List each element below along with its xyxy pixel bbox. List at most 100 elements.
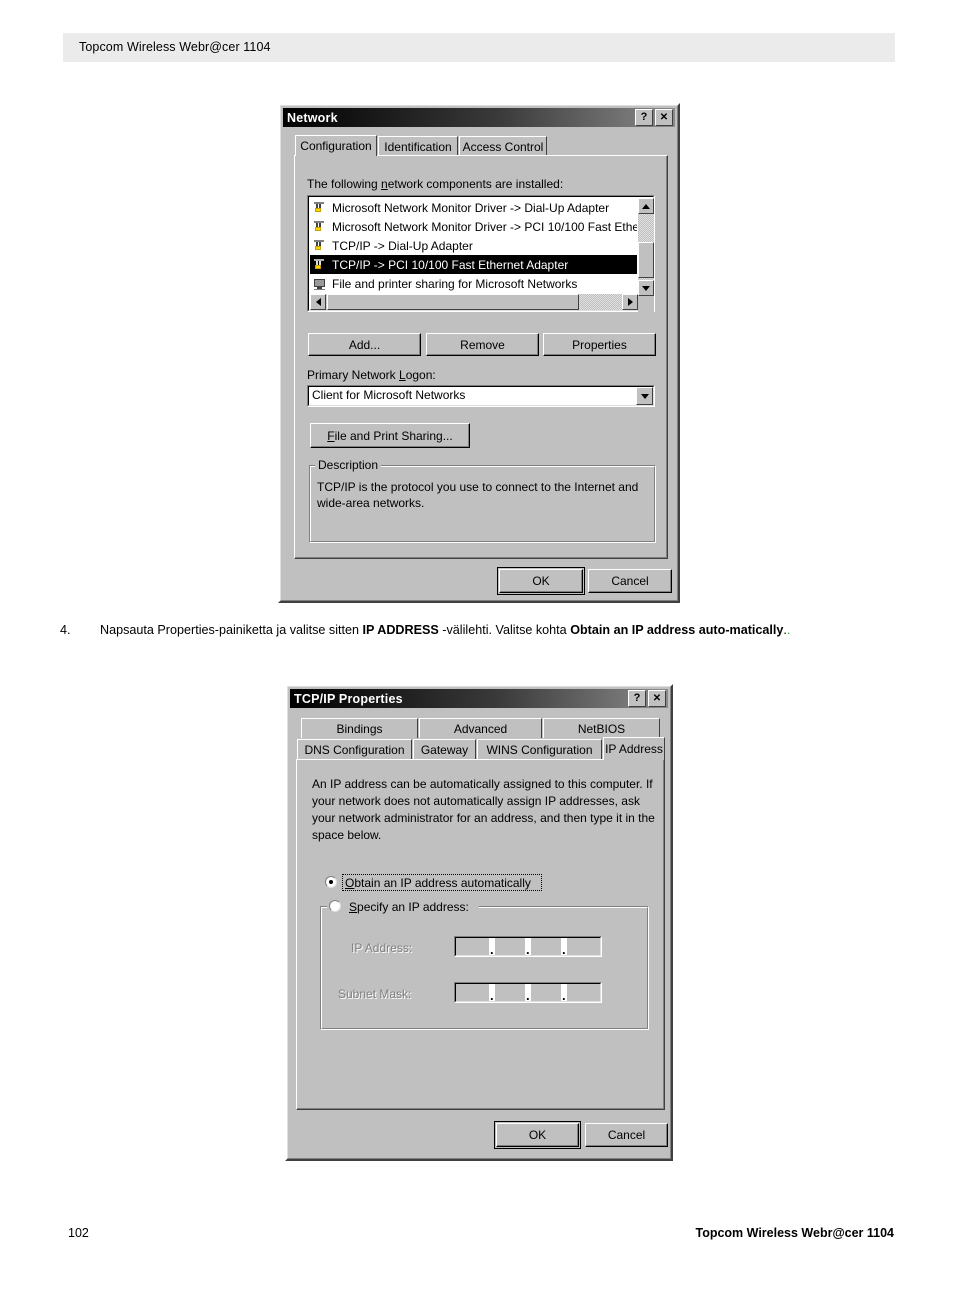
network-dialog-title: Network (287, 110, 338, 125)
list-item[interactable]: Microsoft Network Monitor Driver -> Dial… (310, 198, 637, 217)
tab-configuration-label: Configuration (300, 139, 372, 153)
listbox-horizontal-scrollbar[interactable] (310, 294, 638, 310)
help-icon[interactable]: ? (635, 109, 653, 126)
network-protocol-icon (312, 219, 329, 235)
description-text: TCP/IP is the protocol you use to connec… (317, 480, 639, 510)
properties-button-label: Properties (572, 337, 627, 352)
add-button[interactable]: Add... (308, 333, 421, 356)
ip-octet-separator: . (489, 938, 495, 956)
ip-octet-separator: . (489, 984, 495, 1002)
chevron-up-icon (642, 203, 650, 209)
network-protocol-icon (312, 200, 329, 216)
subnet-mask-field[interactable]: . . . (454, 982, 602, 1003)
tab-advanced[interactable]: Advanced (419, 718, 542, 738)
cancel-button[interactable]: Cancel (585, 1123, 668, 1147)
obtain-ip-automatically-label: Obtain an IP address automatically (345, 876, 531, 890)
scroll-up-button[interactable] (638, 198, 654, 214)
chevron-left-icon (315, 298, 321, 306)
subnet-mask-label: Subnet Mask: (338, 987, 412, 1001)
ok-button-label: OK (532, 574, 550, 588)
list-item-label: TCP/IP -> Dial-Up Adapter (332, 238, 473, 253)
scroll-left-button[interactable] (310, 294, 326, 310)
listbox-content: Microsoft Network Monitor Driver -> Dial… (310, 198, 637, 294)
tab-dns-configuration[interactable]: DNS Configuration (297, 739, 412, 759)
tab-bindings[interactable]: Bindings (301, 718, 418, 738)
tab-ip-address-label: IP Address (605, 742, 663, 756)
ok-button-label: OK (528, 1128, 547, 1142)
scroll-right-button[interactable] (622, 294, 638, 310)
chevron-down-icon (642, 285, 650, 291)
add-button-label: Add... (348, 337, 381, 352)
list-item-label: TCP/IP -> PCI 10/100 Fast Ethernet Adapt… (332, 257, 569, 272)
cancel-button[interactable]: Cancel (588, 569, 672, 593)
primary-network-logon-value: Client for Microsoft Networks (312, 388, 466, 402)
chevron-down-icon (640, 393, 649, 399)
ok-button[interactable]: OK (497, 567, 585, 595)
radio-indicator[interactable] (325, 876, 337, 888)
tab-dns-configuration-label: DNS Configuration (304, 743, 405, 757)
tab-access-control[interactable]: Access Control (459, 136, 547, 156)
ip-octet-separator: . (561, 938, 567, 956)
tab-wins-configuration[interactable]: WINS Configuration (477, 739, 602, 759)
tab-configuration[interactable]: Configuration (295, 135, 377, 156)
network-dialog: Network ? ✕ Configuration Identification… (278, 103, 680, 603)
description-group-title: Description (315, 458, 382, 472)
radio-dot-icon (329, 880, 333, 884)
list-item-selected[interactable]: TCP/IP -> PCI 10/100 Fast Ethernet Adapt… (310, 255, 637, 274)
instruction-number: 4. (60, 623, 71, 637)
properties-button[interactable]: Properties (543, 333, 656, 356)
help-icon[interactable]: ? (628, 690, 646, 707)
ip-address-label: IP Address: (351, 941, 413, 955)
remove-button[interactable]: Remove (426, 333, 539, 356)
footer-page-number: 102 (68, 1226, 89, 1240)
cancel-button-label: Cancel (607, 1128, 646, 1142)
computer-service-icon (312, 276, 329, 292)
listbox-vertical-scrollbar[interactable] (638, 198, 654, 312)
chevron-right-icon (627, 298, 633, 306)
instruction-body: Napsauta Properties-painiketta ja valits… (100, 621, 900, 640)
instruction-bold2: Obtain an IP address auto-matically (570, 623, 784, 637)
footer-document-title: Topcom Wireless Webr@cer 1104 (695, 1226, 894, 1240)
network-components-label: The following network components are ins… (307, 177, 564, 191)
tab-netbios[interactable]: NetBIOS (543, 718, 660, 738)
list-item[interactable]: Microsoft Network Monitor Driver -> PCI … (310, 217, 637, 236)
list-item[interactable]: TCP/IP -> Dial-Up Adapter (310, 236, 637, 255)
groupbox-bevel (321, 907, 648, 1029)
primary-network-logon-combobox[interactable]: Client for Microsoft Networks (307, 385, 655, 407)
tab-identification[interactable]: Identification (378, 136, 458, 156)
tcpip-properties-dialog: TCP/IP Properties ? ✕ Bindings Advanced … (285, 684, 673, 1161)
tcpip-dialog-title: TCP/IP Properties (294, 691, 403, 706)
combobox-dropdown-button[interactable] (636, 387, 653, 405)
ip-address-field[interactable]: . . . (454, 936, 602, 957)
tab-wins-configuration-label: WINS Configuration (486, 743, 593, 757)
page-header-title: Topcom Wireless Webr@cer 1104 (79, 40, 271, 54)
instruction-trailing-dot: . (786, 623, 791, 637)
close-icon[interactable]: ✕ (655, 109, 673, 126)
ip-octet-separator: . (525, 938, 531, 956)
close-icon[interactable]: ✕ (648, 690, 666, 707)
scrollbar-thumb[interactable] (638, 242, 654, 278)
tab-advanced-label: Advanced (453, 722, 508, 736)
tab-access-control-label: Access Control (462, 140, 544, 154)
ok-button[interactable]: OK (494, 1121, 581, 1149)
tab-netbios-label: NetBIOS (577, 722, 626, 736)
list-item[interactable]: File and printer sharing for Microsoft N… (310, 274, 637, 293)
radio-indicator[interactable] (329, 900, 341, 912)
network-dialog-titlebar[interactable]: Network ? ✕ (283, 108, 675, 127)
file-and-print-sharing-button[interactable]: File and Print Sharing... (310, 423, 470, 448)
remove-button-label: Remove (460, 337, 505, 352)
ip-octet-separator: . (525, 984, 531, 1002)
specify-ip-address-label: Specify an IP address: (349, 900, 472, 914)
network-components-listbox[interactable]: Microsoft Network Monitor Driver -> Dial… (307, 195, 655, 312)
instruction-part1: Napsauta Properties-painiketta ja valits… (100, 623, 363, 637)
scrollbar-thumb[interactable] (327, 294, 579, 310)
ip-address-body-text: An IP address can be automatically assig… (312, 777, 655, 842)
tab-ip-address[interactable]: IP Address (603, 737, 665, 760)
list-item-label: File and printer sharing for Microsoft N… (332, 276, 578, 291)
tab-gateway[interactable]: Gateway (413, 739, 476, 759)
tcpip-dialog-titlebar[interactable]: TCP/IP Properties ? ✕ (290, 689, 668, 708)
primary-network-logon-label: Primary Network Logon: (307, 368, 436, 382)
list-item-label: Microsoft Network Monitor Driver -> Dial… (332, 200, 610, 215)
obtain-ip-automatically-radio[interactable]: Obtain an IP address automatically (325, 874, 575, 891)
scroll-down-button[interactable] (638, 280, 654, 296)
